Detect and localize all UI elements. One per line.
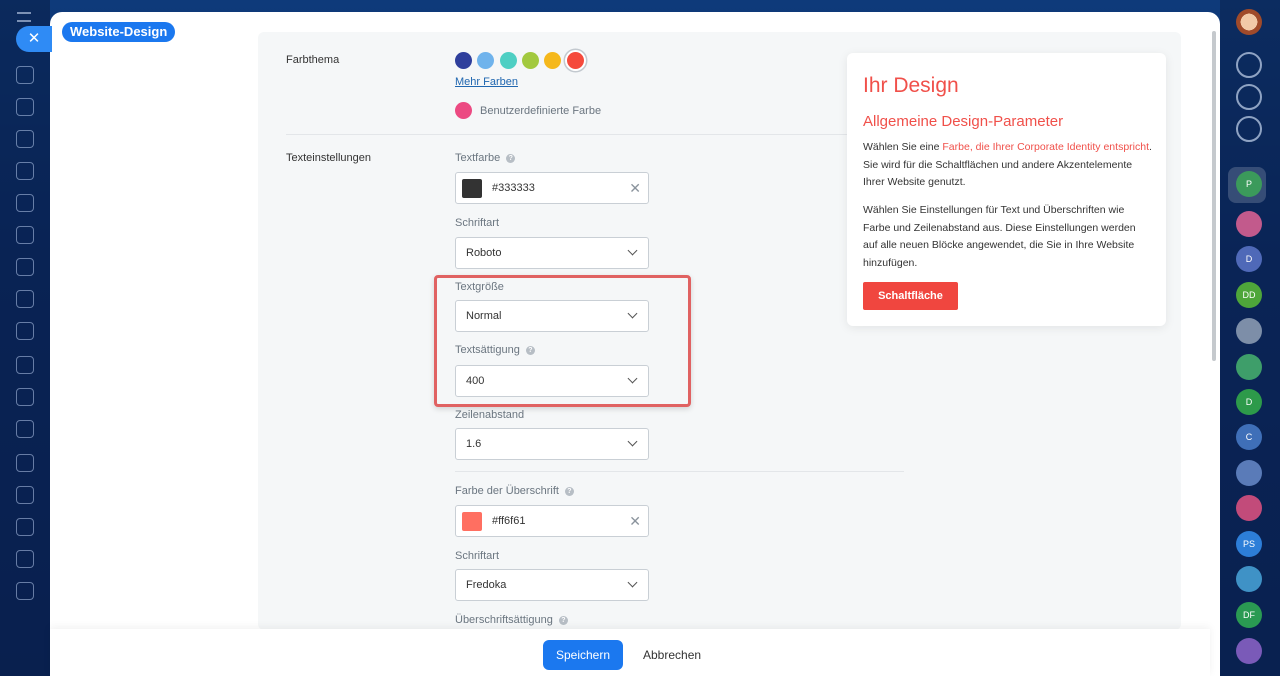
line-height-select[interactable]: 1.6 (455, 428, 649, 460)
heading-font-label: Schriftart (455, 550, 500, 562)
sidebar-app-icon[interactable]: D (1236, 246, 1262, 272)
card-paragraph-2: Wählen Sie Einstellungen für Text und Üb… (863, 204, 1136, 269)
font-select[interactable]: Roboto (455, 237, 649, 269)
sidebar-app-icon[interactable] (1236, 354, 1262, 380)
color-swatch[interactable] (462, 179, 482, 198)
sidebar-app-icon[interactable] (1236, 116, 1262, 142)
sidebar-app-icon[interactable] (1236, 566, 1262, 592)
help-icon[interactable]: ? (506, 153, 516, 163)
sidebar-app-icon[interactable] (1236, 211, 1262, 237)
sidebar-app-icon[interactable]: DD (1236, 282, 1262, 308)
footer-bar: Speichern Abbrechen (50, 629, 1210, 676)
divider (286, 134, 904, 135)
hexagon-icon[interactable] (16, 130, 34, 148)
gear-icon[interactable] (16, 388, 34, 406)
heading-color-label: Farbe der Überschrift? (455, 485, 574, 497)
menu-icon[interactable] (17, 12, 31, 22)
card-title: Ihr Design (863, 74, 959, 97)
more-colors-link[interactable]: Mehr Farben (455, 76, 518, 88)
color-swatch-2[interactable] (477, 52, 494, 69)
help-icon[interactable]: ? (564, 486, 574, 496)
card-icon[interactable] (16, 518, 34, 536)
color-swatch-6[interactable] (567, 52, 584, 69)
user-avatar[interactable] (1236, 9, 1262, 35)
card-subtitle: Allgemeine Design-Parameter (863, 113, 1064, 130)
checklist-icon[interactable] (16, 322, 34, 340)
cancel-button[interactable]: Abbrechen (643, 640, 701, 670)
sidebar-app-icon[interactable] (1236, 84, 1262, 110)
right-sidebar: P D DD D C PS DF (1220, 0, 1280, 676)
calendar-icon[interactable] (16, 226, 34, 244)
clear-icon[interactable]: ✕ (629, 180, 641, 196)
clear-icon[interactable]: ✕ (629, 513, 641, 529)
text-settings-label: Texteinstellungen (286, 152, 372, 164)
sidebar-app-icon[interactable]: P (1236, 171, 1262, 197)
pen-icon[interactable] (16, 420, 34, 438)
color-swatch[interactable] (462, 512, 482, 531)
close-icon: ✕ (27, 30, 41, 47)
sidebar-app-icon[interactable]: DF (1236, 602, 1262, 628)
settings-icon[interactable] (16, 98, 34, 116)
mail-icon[interactable] (16, 356, 34, 374)
sidebar-app-icon[interactable] (1236, 495, 1262, 521)
calendar-grid-icon[interactable] (16, 486, 34, 504)
line-height-label: Zeilenabstand (455, 409, 525, 421)
sidebar-app-icon[interactable] (1236, 318, 1262, 344)
highlight-frame (434, 275, 691, 407)
sidebar-app-icon[interactable]: D (1236, 389, 1262, 415)
chat-icon[interactable] (16, 194, 34, 212)
text-color-field[interactable]: #333333 ✕ (455, 172, 649, 204)
document-icon[interactable] (16, 162, 34, 180)
color-swatch-1[interactable] (455, 52, 472, 69)
chevron-down-icon (627, 245, 638, 256)
color-swatch-4[interactable] (522, 52, 539, 69)
chevron-down-icon (627, 577, 638, 588)
monitor-icon[interactable] (16, 290, 34, 308)
sample-button[interactable]: Schaltfläche (863, 282, 958, 310)
text-color-label: Textfarbe? (455, 152, 516, 164)
close-button[interactable]: ✕ (16, 26, 52, 52)
custom-color-label[interactable]: Benutzerdefinierte Farbe (480, 105, 601, 117)
chevron-down-icon (627, 436, 638, 447)
card-paragraph-1: Wählen Sie eine Farbe, die Ihrer Corpora… (863, 141, 1152, 188)
heading-font-select[interactable]: Fredoka (455, 569, 649, 601)
sidebar-app-icon[interactable] (1236, 460, 1262, 486)
custom-color-swatch[interactable] (455, 102, 472, 119)
color-theme-label: Farbthema (286, 54, 340, 66)
cart-icon[interactable] (16, 454, 34, 472)
save-button[interactable]: Speichern (543, 640, 623, 670)
sidebar-app-icon[interactable]: PS (1236, 531, 1262, 557)
page-title: Website-Design (62, 22, 176, 42)
heading-weight-label: Überschriftsättigung? (455, 614, 568, 626)
heading-color-field[interactable]: #ff6f61 ✕ (455, 505, 649, 537)
color-swatch-3[interactable] (500, 52, 517, 69)
scrollbar[interactable] (1212, 31, 1216, 361)
help-icon[interactable]: ? (558, 615, 568, 625)
home-icon[interactable] (16, 66, 34, 84)
left-sidebar (0, 0, 50, 676)
divider (455, 471, 904, 472)
color-swatch-5[interactable] (544, 52, 561, 69)
drive-icon[interactable] (16, 258, 34, 276)
design-preview-card: Ihr Design Allgemeine Design-Parameter W… (847, 53, 1166, 326)
filter-icon[interactable] (16, 550, 34, 568)
font-label: Schriftart (455, 217, 500, 229)
sidebar-app-icon[interactable] (1236, 52, 1262, 78)
sidebar-app-icon[interactable] (1236, 638, 1262, 664)
sidebar-app-icon[interactable]: C (1236, 424, 1262, 450)
list-icon[interactable] (16, 582, 34, 600)
